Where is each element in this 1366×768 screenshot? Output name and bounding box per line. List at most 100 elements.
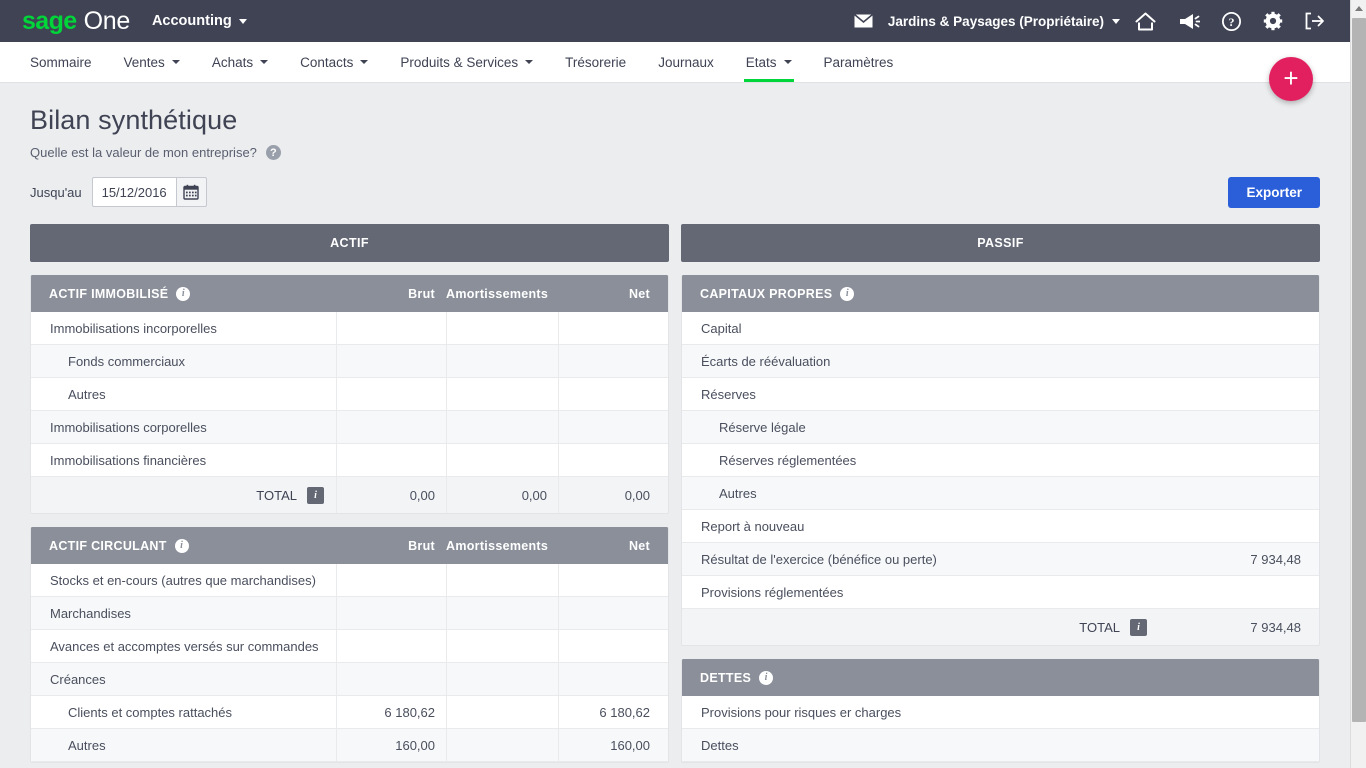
table-row[interactable]: Créances — [31, 663, 668, 696]
row-net: 160,00 — [558, 729, 668, 761]
nav-item-sommaire[interactable]: Sommaire — [22, 42, 108, 82]
table-row[interactable]: Immobilisations corporelles — [31, 411, 668, 444]
actif-column: ACTIF ACTIF IMMOBILISÉ i Brut Amortissem… — [30, 224, 669, 763]
actif-banner: ACTIF — [30, 224, 669, 262]
logout-icon[interactable] — [1305, 12, 1325, 30]
table-row[interactable]: Dettes — [682, 729, 1319, 762]
home-icon[interactable] — [1135, 12, 1156, 31]
row-amortissements — [446, 411, 558, 443]
row-net — [558, 663, 668, 695]
nav-item-etats[interactable]: Etats — [730, 42, 808, 82]
row-label: Capital — [701, 320, 742, 336]
chevron-down-icon — [260, 60, 269, 64]
row-label: Autres — [719, 485, 757, 501]
table-row[interactable]: Capital — [682, 312, 1319, 345]
block-title-wrap: ACTIF CIRCULANT i — [31, 538, 336, 553]
export-button[interactable]: Exporter — [1228, 176, 1320, 208]
scroll-up-arrow-icon[interactable] — [1351, 0, 1366, 17]
info-icon[interactable]: i — [840, 286, 855, 301]
block-title-wrap: CAPITAUX PROPRES i — [682, 286, 1319, 301]
browser-scrollbar[interactable] — [1350, 0, 1366, 768]
table-row[interactable]: Stocks et en-cours (autres que marchandi… — [31, 564, 668, 597]
block-title: DETTES — [700, 670, 752, 685]
megaphone-icon[interactable] — [1178, 13, 1200, 30]
table-row[interactable]: Résultat de l'exercice (bénéfice ou pert… — [682, 543, 1319, 576]
row-net — [558, 564, 668, 596]
actif-immobilise-block: ACTIF IMMOBILISÉ i Brut Amortissements N… — [30, 275, 669, 514]
passif-banner: PASSIF — [681, 224, 1320, 262]
row-amortissements — [446, 345, 558, 377]
actif-immobilise-total-row: TOTAL i 0,00 0,00 0,00 — [31, 477, 668, 513]
help-icon[interactable]: ? — [265, 145, 281, 160]
table-row[interactable]: Réserve légale — [682, 411, 1319, 444]
chevron-down-icon — [360, 60, 369, 64]
mail-icon[interactable] — [853, 14, 873, 28]
nav-item-journaux[interactable]: Journaux — [642, 42, 730, 82]
actif-circulant-block: ACTIF CIRCULANT i Brut Amortissements Ne… — [30, 527, 669, 763]
info-icon[interactable]: i — [759, 670, 774, 685]
info-icon[interactable]: i — [1130, 618, 1147, 636]
table-row[interactable]: Réserves — [682, 378, 1319, 411]
table-row[interactable]: Immobilisations incorporelles — [31, 312, 668, 345]
table-row[interactable]: Avances et accomptes versés sur commande… — [31, 630, 668, 663]
table-row[interactable]: Report à nouveau — [682, 510, 1319, 543]
info-icon[interactable]: i — [176, 286, 191, 301]
table-row[interactable]: Provisions réglementées — [682, 576, 1319, 609]
row-label: Report à nouveau — [701, 518, 805, 534]
column-header-amortissements: Amortissements — [446, 286, 549, 301]
date-filter-group — [91, 177, 207, 207]
nav-item-ventes[interactable]: Ventes — [108, 42, 196, 82]
row-label: Autres — [68, 737, 106, 753]
row-brut — [336, 630, 446, 662]
table-row[interactable]: Immobilisations financières — [31, 444, 668, 477]
row-label: Clients et comptes rattachés — [68, 704, 233, 720]
chevron-down-icon — [783, 60, 792, 64]
row-label: Réserve légale — [719, 419, 806, 435]
scrollbar-thumb[interactable] — [1352, 18, 1366, 722]
nav-item-contacts[interactable]: Contacts — [284, 42, 384, 82]
nav-label: Trésorerie — [565, 54, 627, 70]
nav-label: Journaux — [658, 54, 714, 70]
help-icon[interactable]: ? — [1222, 11, 1241, 31]
company-name-label: Jardins & Paysages (Propriétaire) — [887, 13, 1104, 29]
date-input[interactable] — [91, 177, 176, 207]
app-switcher-accounting[interactable]: Accounting — [152, 13, 247, 29]
table-row[interactable]: Autres — [682, 477, 1319, 510]
row-net: 6 180,62 — [558, 696, 668, 728]
chevron-down-icon — [238, 18, 247, 24]
nav-item-parametres[interactable]: Paramètres — [808, 42, 910, 82]
table-row[interactable]: Clients et comptes rattachés 6 180,62 6 … — [31, 696, 668, 729]
table-row[interactable]: Écarts de réévaluation — [682, 345, 1319, 378]
total-label-wrap: TOTAL i — [682, 618, 1159, 636]
info-icon[interactable]: i — [174, 538, 189, 553]
row-amortissements — [446, 312, 558, 344]
row-amortissements — [446, 729, 558, 761]
gear-icon[interactable] — [1263, 11, 1283, 31]
nav-item-produits-services[interactable]: Produits & Services — [384, 42, 549, 82]
table-row[interactable]: Autres 160,00 160,00 — [31, 729, 668, 762]
company-selector[interactable]: Jardins & Paysages (Propriétaire) — [888, 14, 1120, 29]
table-row[interactable]: Marchandises — [31, 597, 668, 630]
calendar-icon[interactable] — [175, 177, 207, 207]
row-amortissements — [446, 597, 558, 629]
row-brut — [336, 312, 446, 344]
plus-icon: + — [1283, 62, 1299, 93]
table-row[interactable]: Autres — [31, 378, 668, 411]
table-row[interactable]: Réserves réglementées — [682, 444, 1319, 477]
info-icon[interactable]: i — [307, 486, 324, 504]
column-header-brut: Brut — [408, 538, 435, 553]
add-new-button[interactable]: + — [1269, 57, 1313, 101]
nav-item-achats[interactable]: Achats — [196, 42, 284, 82]
nav-item-tresorerie[interactable]: Trésorerie — [549, 42, 642, 82]
report-controls: Jusqu'au 15/12/2016 Exporter — [30, 176, 1320, 208]
sage-one-logo[interactable]: sage One — [22, 7, 130, 36]
total-value: 7 934,48 — [1250, 619, 1301, 635]
row-label: Immobilisations incorporelles — [50, 320, 217, 336]
row-brut — [336, 378, 446, 410]
table-row[interactable]: Fonds commerciaux — [31, 345, 668, 378]
actif-immobilise-header: ACTIF IMMOBILISÉ i Brut Amortissements N… — [31, 275, 668, 312]
row-label: Marchandises — [50, 605, 131, 621]
app-switcher-label: Accounting — [151, 13, 232, 29]
total-label: TOTAL — [1079, 619, 1120, 635]
table-row[interactable]: Provisions pour risques er charges — [682, 696, 1319, 729]
